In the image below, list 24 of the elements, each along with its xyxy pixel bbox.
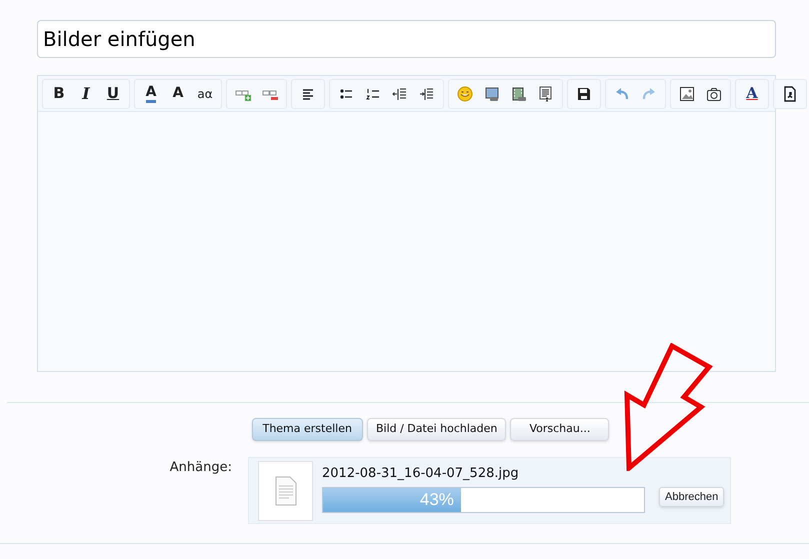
spell-check-button[interactable]: A (746, 82, 758, 105)
underline-button[interactable]: U (106, 82, 120, 105)
cancel-button[interactable]: Abbrechen (659, 487, 724, 507)
create-topic-button[interactable]: Thema erstellen (252, 418, 363, 441)
progress-percentage: 43% (420, 490, 454, 510)
subscript-button[interactable]: aα (197, 84, 213, 102)
document-icon (274, 476, 296, 506)
outdent-icon[interactable] (392, 86, 408, 102)
attachments-label: Anhänge: (168, 459, 233, 477)
action-button[interactable]: Bild / Datei hochladen (366, 418, 506, 441)
italic-button[interactable]: I (82, 82, 90, 106)
title-field[interactable]: Bilder einfügen (37, 20, 776, 58)
action-button[interactable]: Vorschau... (510, 418, 610, 441)
picture-icon[interactable] (679, 86, 695, 102)
camera-icon[interactable] (706, 86, 722, 102)
indent-icon[interactable] (419, 86, 435, 102)
image-link-icon[interactable] (484, 86, 500, 102)
font-color-button[interactable]: A (146, 84, 156, 102)
bold-button[interactable]: B (53, 82, 65, 105)
font-size-button[interactable]: A (172, 83, 184, 104)
document-icon[interactable] (538, 86, 554, 102)
smiley-icon[interactable] (457, 86, 473, 102)
file-name: 2012-08-31_16-04-07_528.jpg (322, 465, 520, 482)
film-icon[interactable] (511, 86, 527, 102)
